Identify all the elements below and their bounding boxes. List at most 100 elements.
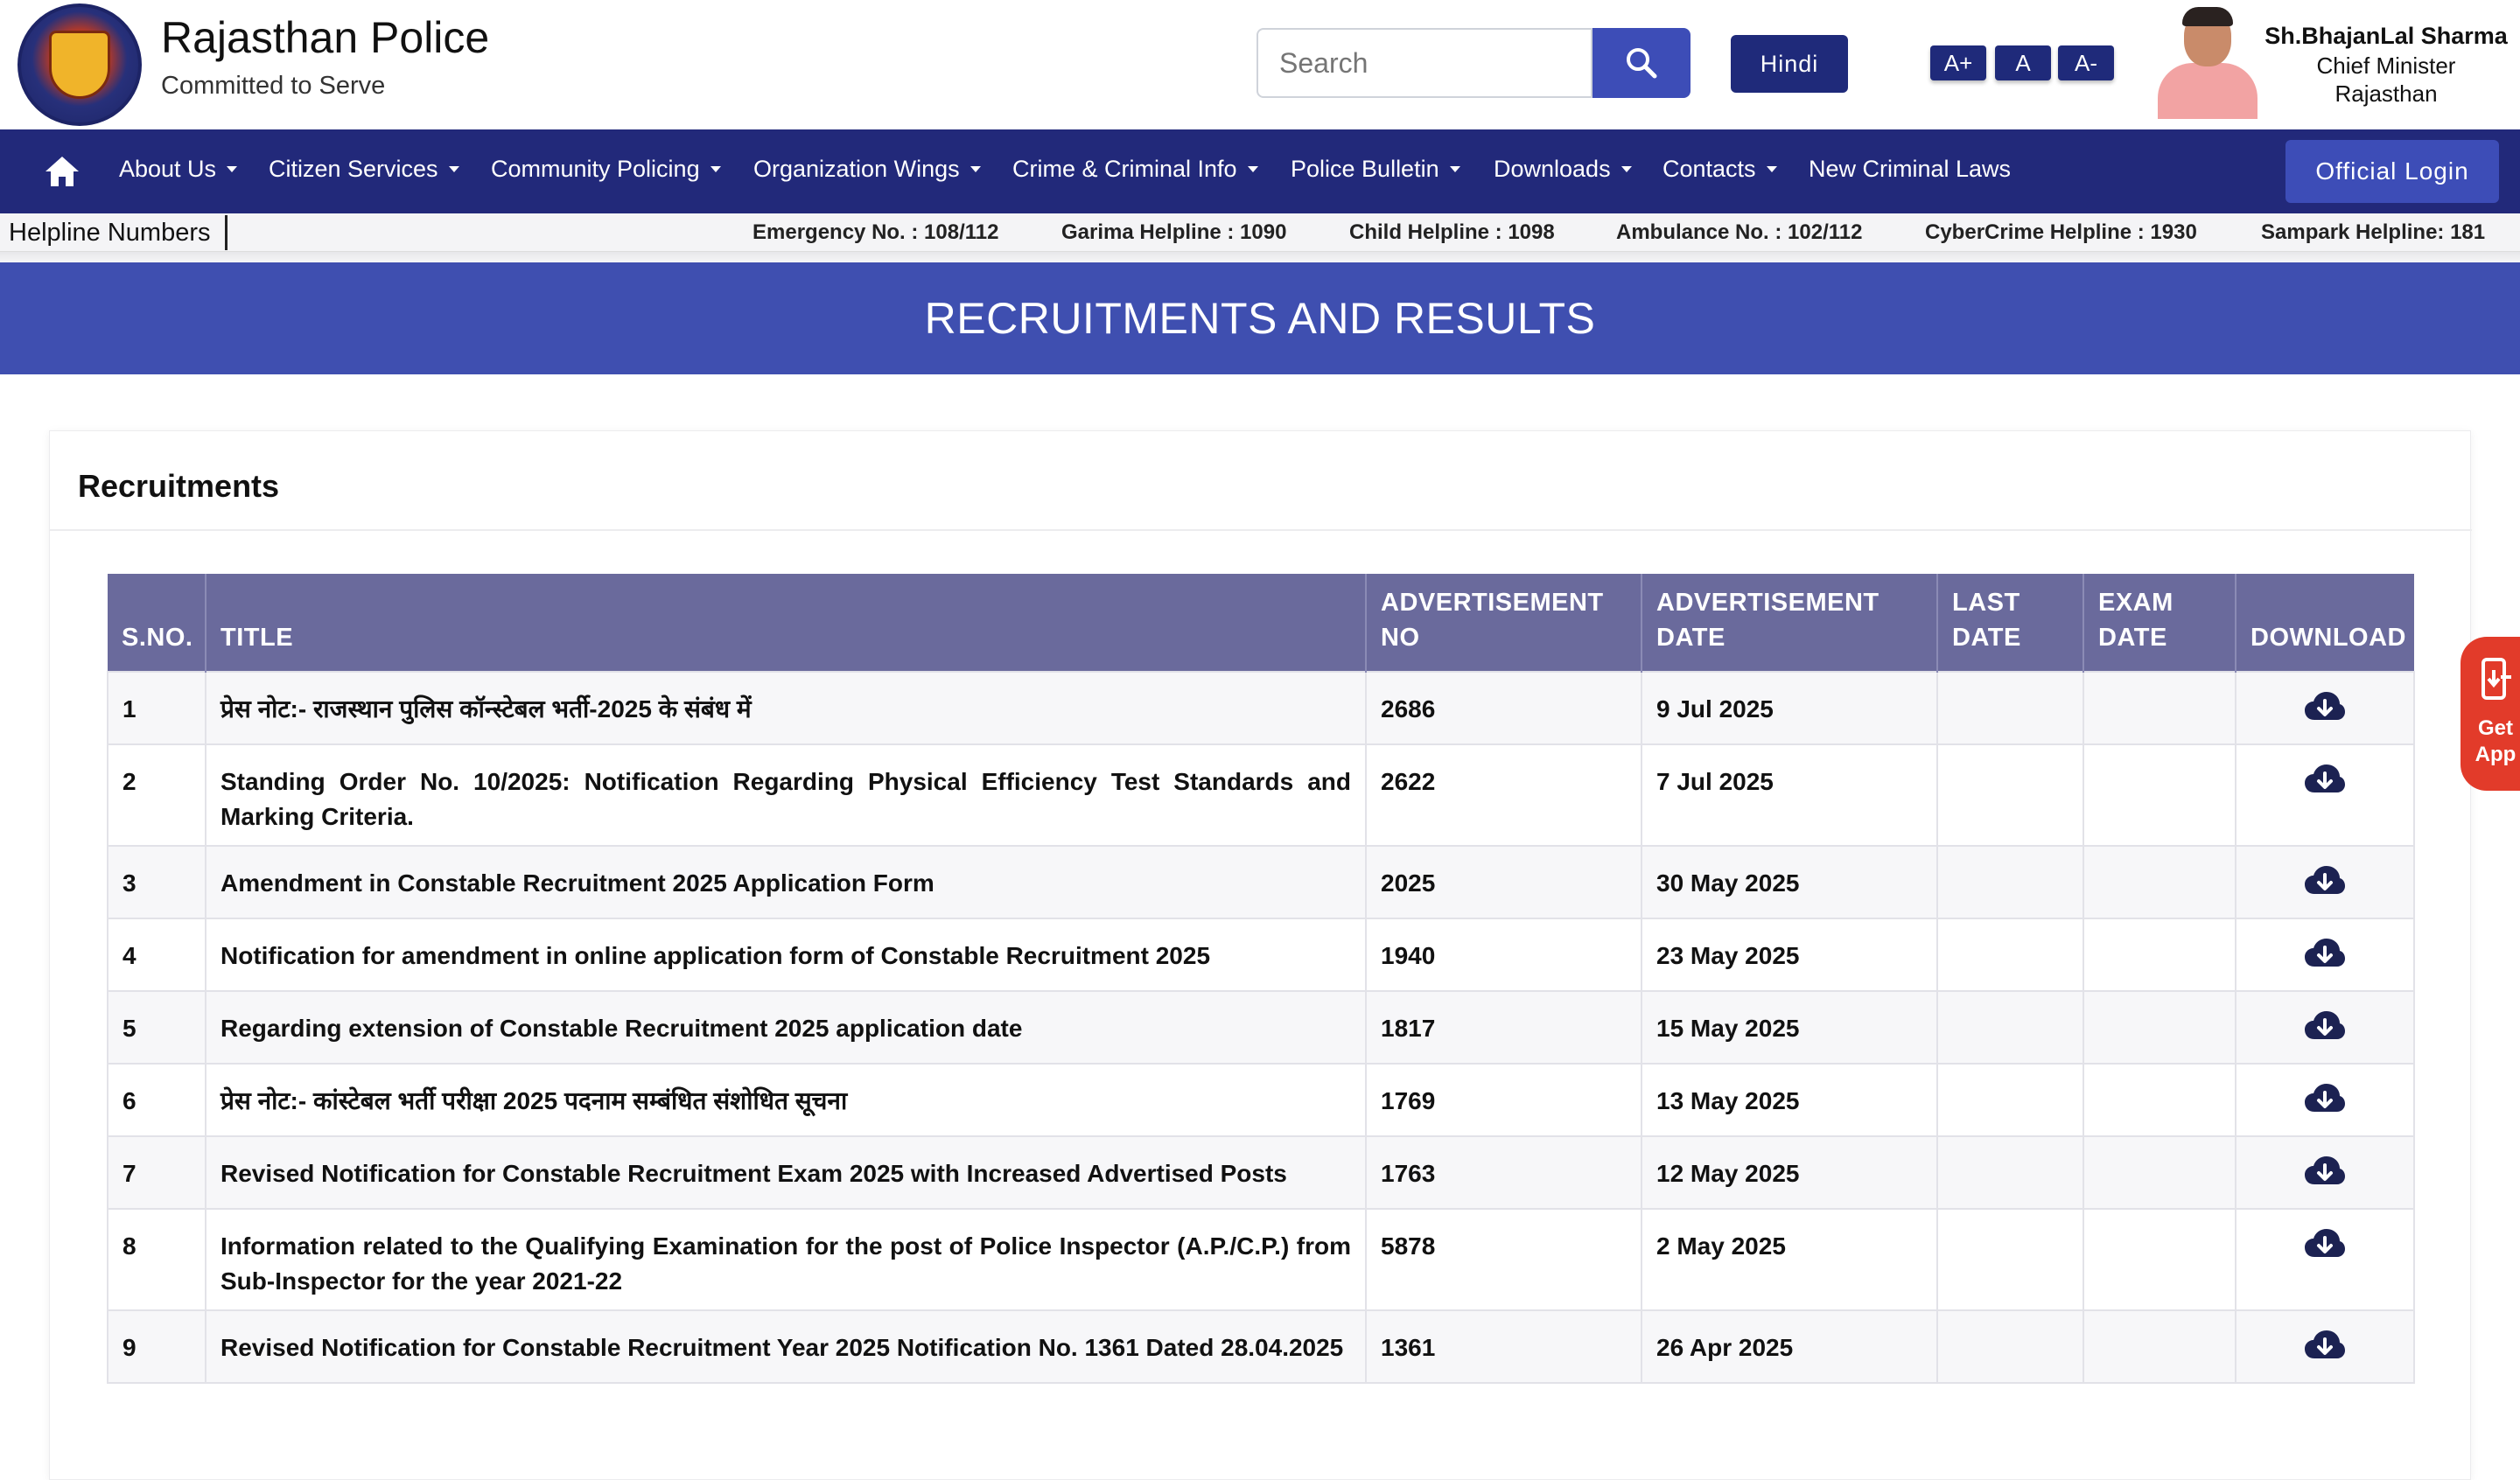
helpline-cybercrime: CyberCrime Helpline : 1930 [1925, 220, 2197, 244]
hindi-language-button[interactable]: Hindi [1731, 35, 1848, 93]
cell-title: प्रेस नोट:- कांस्टेबल भर्ती परीक्षा 2025… [205, 1063, 1367, 1137]
cell-sno: 4 [107, 918, 206, 992]
column-header-advertisement-no[interactable]: ADVERTISEMENT NO [1365, 574, 1642, 672]
cell-last-date [1936, 1208, 2084, 1311]
cloud-download-icon[interactable] [2304, 763, 2346, 796]
column-header-download: DOWNLOAD [2235, 574, 2414, 672]
nav-crime-criminal-info[interactable]: Crime & Criminal Info [1012, 156, 1258, 183]
column-header-last-date[interactable]: LAST DATE [1936, 574, 2083, 672]
table-row: 4 Notification for amendment in online ap… [107, 918, 2415, 992]
cloud-download-icon[interactable] [2304, 864, 2346, 897]
search-button[interactable] [1592, 28, 1690, 98]
nav-contacts[interactable]: Contacts [1662, 156, 1777, 183]
cell-advertisement-no: 2622 [1365, 743, 1642, 847]
column-header-exam-date[interactable]: EXAM DATE [2082, 574, 2236, 672]
official-login-button[interactable]: Official Login [2286, 140, 2499, 203]
logo-emblem [49, 31, 110, 99]
rajasthan-police-logo[interactable] [18, 3, 142, 126]
nav-downloads[interactable]: Downloads [1494, 156, 1632, 183]
cell-title: Information related to the Qualifying Ex… [205, 1208, 1367, 1311]
cm-name: Sh.BhajanLal Sharma [2264, 23, 2508, 49]
cloud-download-icon[interactable] [2304, 1082, 2346, 1115]
page-title: RECRUITMENTS AND RESULTS [924, 294, 1596, 343]
chevron-down-icon [227, 166, 238, 172]
nav-organization-wings[interactable]: Organization Wings [753, 156, 981, 183]
cell-title: Standing Order No. 10/2025: Notification… [205, 743, 1367, 847]
site-header: Rajasthan Police Committed to Serve Hind… [0, 0, 2520, 129]
cell-exam-date [2082, 743, 2236, 847]
cell-advertisement-no: 2025 [1365, 845, 1642, 919]
section-divider [50, 529, 2472, 531]
cell-download [2235, 1063, 2415, 1137]
chevron-down-icon [1449, 166, 1460, 172]
helpline-divider [0, 252, 2520, 262]
cell-exam-date [2082, 671, 2236, 745]
cell-last-date [1936, 671, 2084, 745]
cell-advertisement-date: 15 May 2025 [1641, 990, 1938, 1065]
cell-sno: 9 [107, 1309, 206, 1384]
table-row: 9 Revised Notification for Constable Recr… [107, 1309, 2415, 1384]
nav-police-bulletin[interactable]: Police Bulletin [1291, 156, 1460, 183]
helpline-label: Helpline Numbers [0, 215, 228, 250]
section-title: Recruitments [78, 468, 280, 504]
get-app-line2: App [2474, 743, 2516, 766]
home-icon[interactable] [44, 154, 80, 189]
chevron-down-icon [448, 166, 459, 172]
cloud-download-icon[interactable] [2304, 1155, 2346, 1188]
cell-advertisement-date: 7 Jul 2025 [1641, 743, 1938, 847]
helpline-emergency: Emergency No. : 108/112 [752, 220, 999, 244]
cell-exam-date [2082, 1309, 2236, 1384]
cell-advertisement-no: 1769 [1365, 1063, 1642, 1137]
cell-exam-date [2082, 845, 2236, 919]
chevron-down-icon [1620, 166, 1632, 172]
cloud-download-icon[interactable] [2304, 937, 2346, 970]
cell-exam-date [2082, 1208, 2236, 1311]
cm-role: Chief Minister [2316, 52, 2456, 79]
page-banner: RECRUITMENTS AND RESULTS [0, 262, 2520, 374]
column-header-advertisement-date[interactable]: ADVERTISEMENT DATE [1641, 574, 1937, 672]
cell-exam-date [2082, 918, 2236, 992]
cell-advertisement-no: 1763 [1365, 1135, 1642, 1210]
nav-new-criminal-laws[interactable]: New Criminal Laws [1809, 156, 2011, 183]
nav-community-policing[interactable]: Community Policing [491, 156, 721, 183]
cloud-download-icon[interactable] [2304, 1009, 2346, 1043]
table-header-row: S.NO. TITLE ADVERTISEMENT NO ADVERTISEME… [108, 574, 2414, 672]
site-tagline: Committed to Serve [161, 72, 386, 100]
table-row: 1 प्रेस नोट:- राजस्थान पुलिस कॉन्स्टेबल भ… [107, 671, 2415, 745]
cell-last-date [1936, 1135, 2084, 1210]
cell-title: Revised Notification for Constable Recru… [205, 1309, 1367, 1384]
cell-sno: 3 [107, 845, 206, 919]
column-header-title[interactable]: TITLE [205, 574, 1366, 672]
cell-exam-date [2082, 1135, 2236, 1210]
font-increase-button[interactable]: A+ [1930, 45, 1986, 80]
search-input[interactable] [1256, 28, 1592, 98]
helpline-child: Child Helpline : 1098 [1349, 220, 1555, 244]
cloud-download-icon[interactable] [2304, 690, 2346, 723]
cell-last-date [1936, 918, 2084, 992]
cell-advertisement-date: 30 May 2025 [1641, 845, 1938, 919]
font-reset-button[interactable]: A [1995, 45, 2051, 80]
chevron-down-icon [710, 166, 721, 172]
helpline-garima: Garima Helpline : 1090 [1061, 220, 1287, 244]
cell-advertisement-date: 2 May 2025 [1641, 1208, 1938, 1311]
font-decrease-button[interactable]: A- [2058, 45, 2114, 80]
cell-last-date [1936, 743, 2084, 847]
table-row: 3 Amendment in Constable Recruitment 2025… [107, 845, 2415, 919]
main-navigation: About Us Citizen Services Community Poli… [0, 129, 2520, 213]
cm-state: Rajasthan [2334, 80, 2438, 107]
cloud-download-icon[interactable] [2304, 1329, 2346, 1362]
cell-title: प्रेस नोट:- राजस्थान पुलिस कॉन्स्टेबल भर… [205, 671, 1367, 745]
site-title[interactable]: Rajasthan Police [161, 12, 489, 63]
column-header-sno[interactable]: S.NO. [108, 574, 206, 672]
cloud-download-icon[interactable] [2304, 1227, 2346, 1260]
cell-last-date [1936, 1063, 2084, 1137]
cell-advertisement-date: 9 Jul 2025 [1641, 671, 1938, 745]
cell-advertisement-no: 5878 [1365, 1208, 1642, 1311]
nav-about-us[interactable]: About Us [119, 156, 238, 183]
nav-citizen-services[interactable]: Citizen Services [269, 156, 459, 183]
chevron-down-icon [1247, 166, 1258, 172]
chief-minister-photo [2151, 5, 2264, 119]
table-row: 7 Revised Notification for Constable Recr… [107, 1135, 2415, 1210]
get-app-button[interactable]: Get App [2460, 637, 2520, 791]
table-row: 8 Information related to the Qualifying E… [107, 1208, 2415, 1311]
